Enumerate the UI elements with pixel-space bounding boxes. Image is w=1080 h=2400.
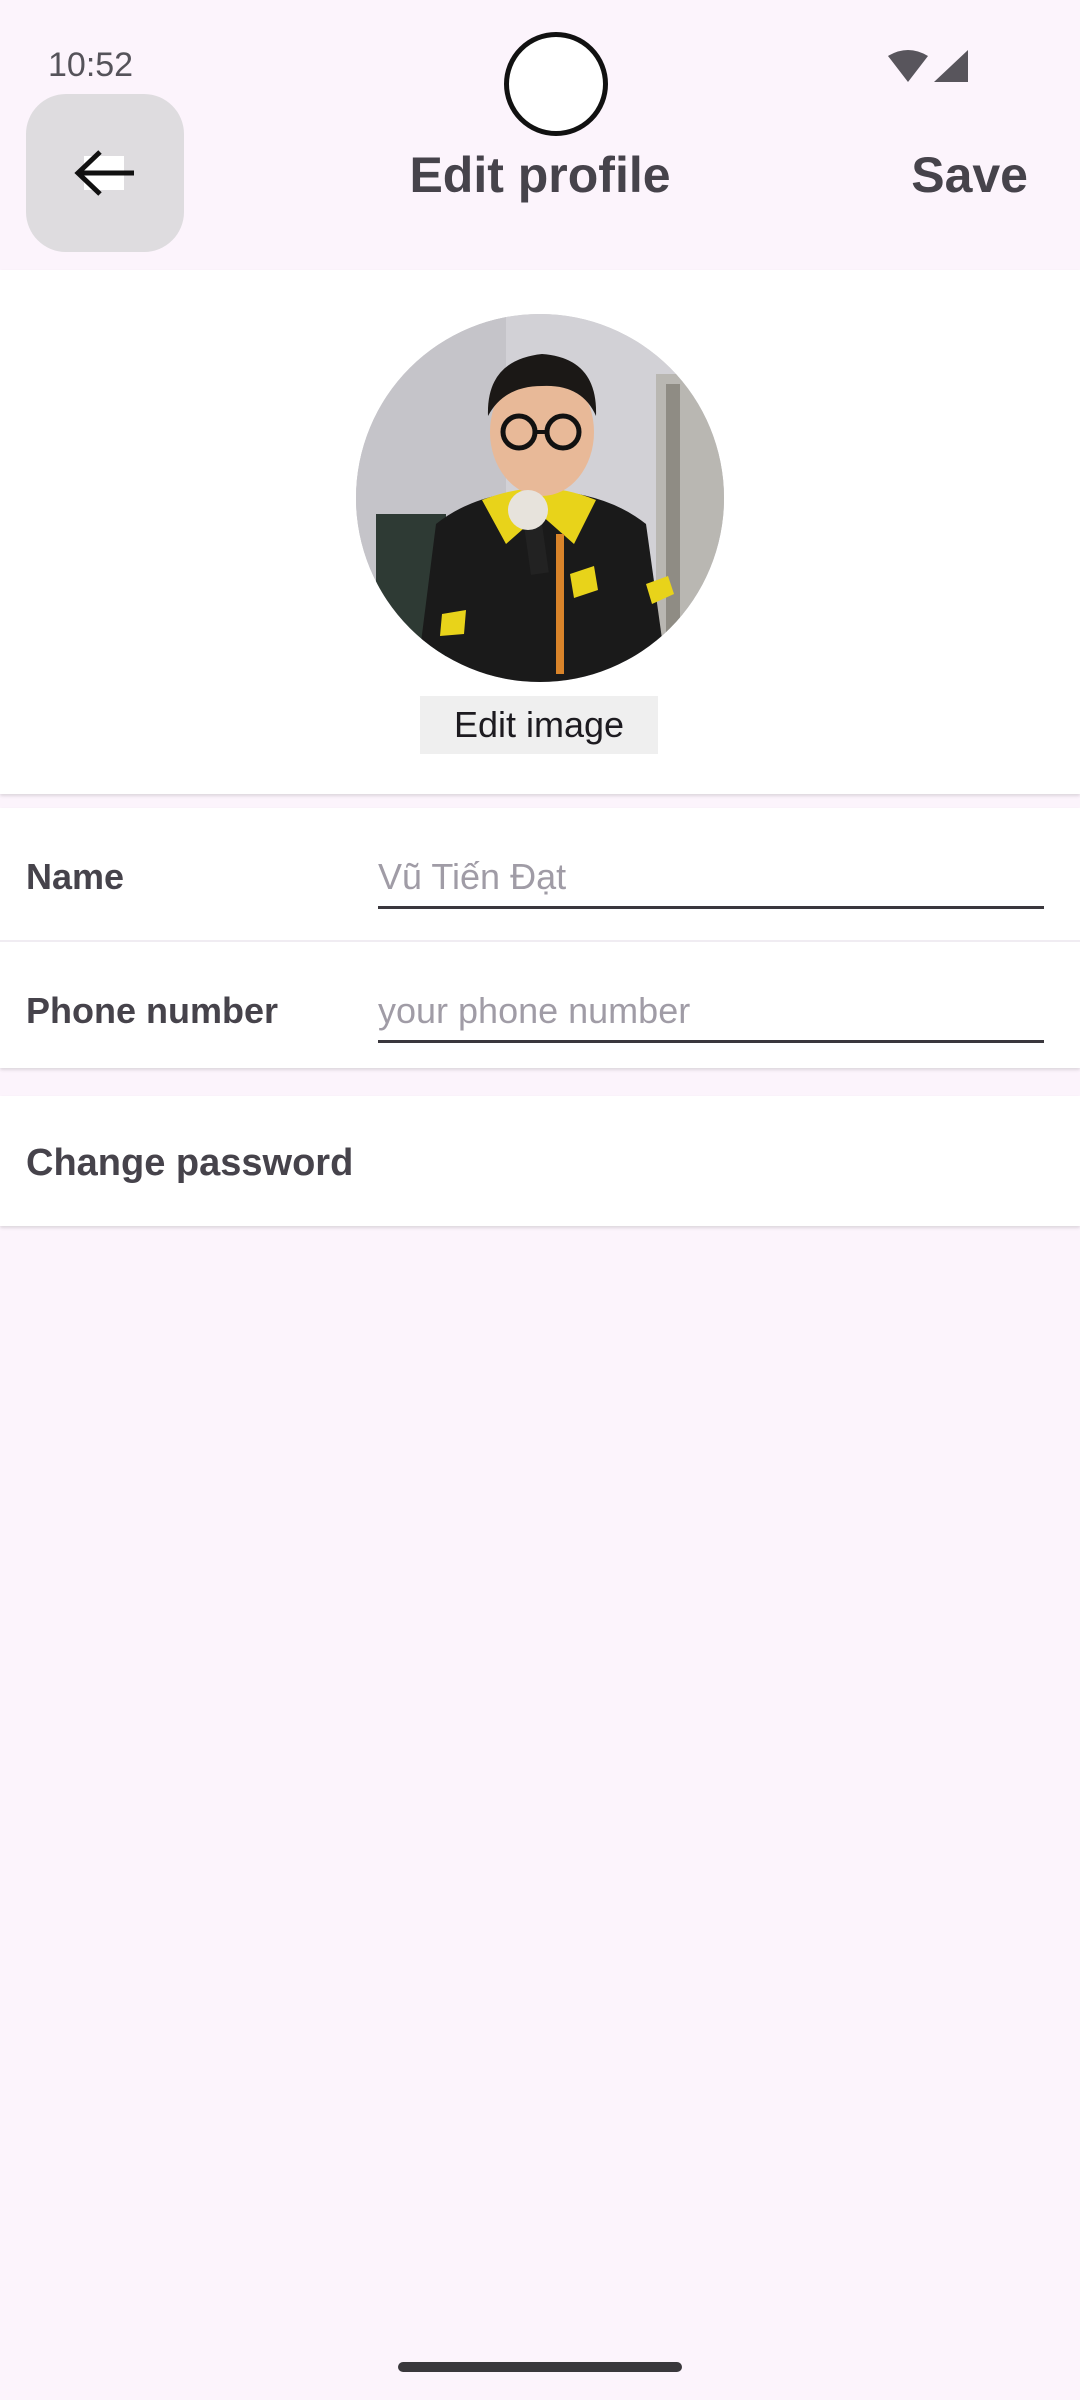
- change-password-label: Change password: [26, 1142, 354, 1184]
- name-placeholder: Vũ Tiến Đạt: [378, 856, 567, 897]
- change-password-button[interactable]: Change password: [0, 1096, 1080, 1226]
- phone-row: Phone number your phone number: [0, 940, 1080, 1072]
- home-indicator[interactable]: [398, 2362, 682, 2372]
- phone-number-field[interactable]: your phone number: [378, 972, 1044, 1043]
- wifi-icon: [888, 50, 928, 82]
- profile-image-card: Edit image: [0, 270, 1080, 794]
- avatar[interactable]: [356, 314, 724, 682]
- signal-icon: [934, 50, 968, 82]
- edit-image-button[interactable]: Edit image: [420, 696, 658, 754]
- name-row: Name Vũ Tiến Đạt: [0, 808, 1080, 938]
- name-field[interactable]: Vũ Tiến Đạt: [378, 838, 1044, 909]
- avatar-photo: [356, 314, 724, 682]
- phone-placeholder: your phone number: [378, 990, 691, 1031]
- status-bar: 10:52: [0, 0, 1080, 136]
- save-button[interactable]: Save: [911, 146, 1028, 204]
- name-label: Name: [26, 856, 125, 897]
- phone-label: Phone number: [26, 990, 279, 1031]
- profile-form-card: Name Vũ Tiến Đạt Phone number your phone…: [0, 808, 1080, 1068]
- status-time: 10:52: [48, 46, 134, 84]
- top-app-bar: Edit profile Save: [0, 90, 1080, 260]
